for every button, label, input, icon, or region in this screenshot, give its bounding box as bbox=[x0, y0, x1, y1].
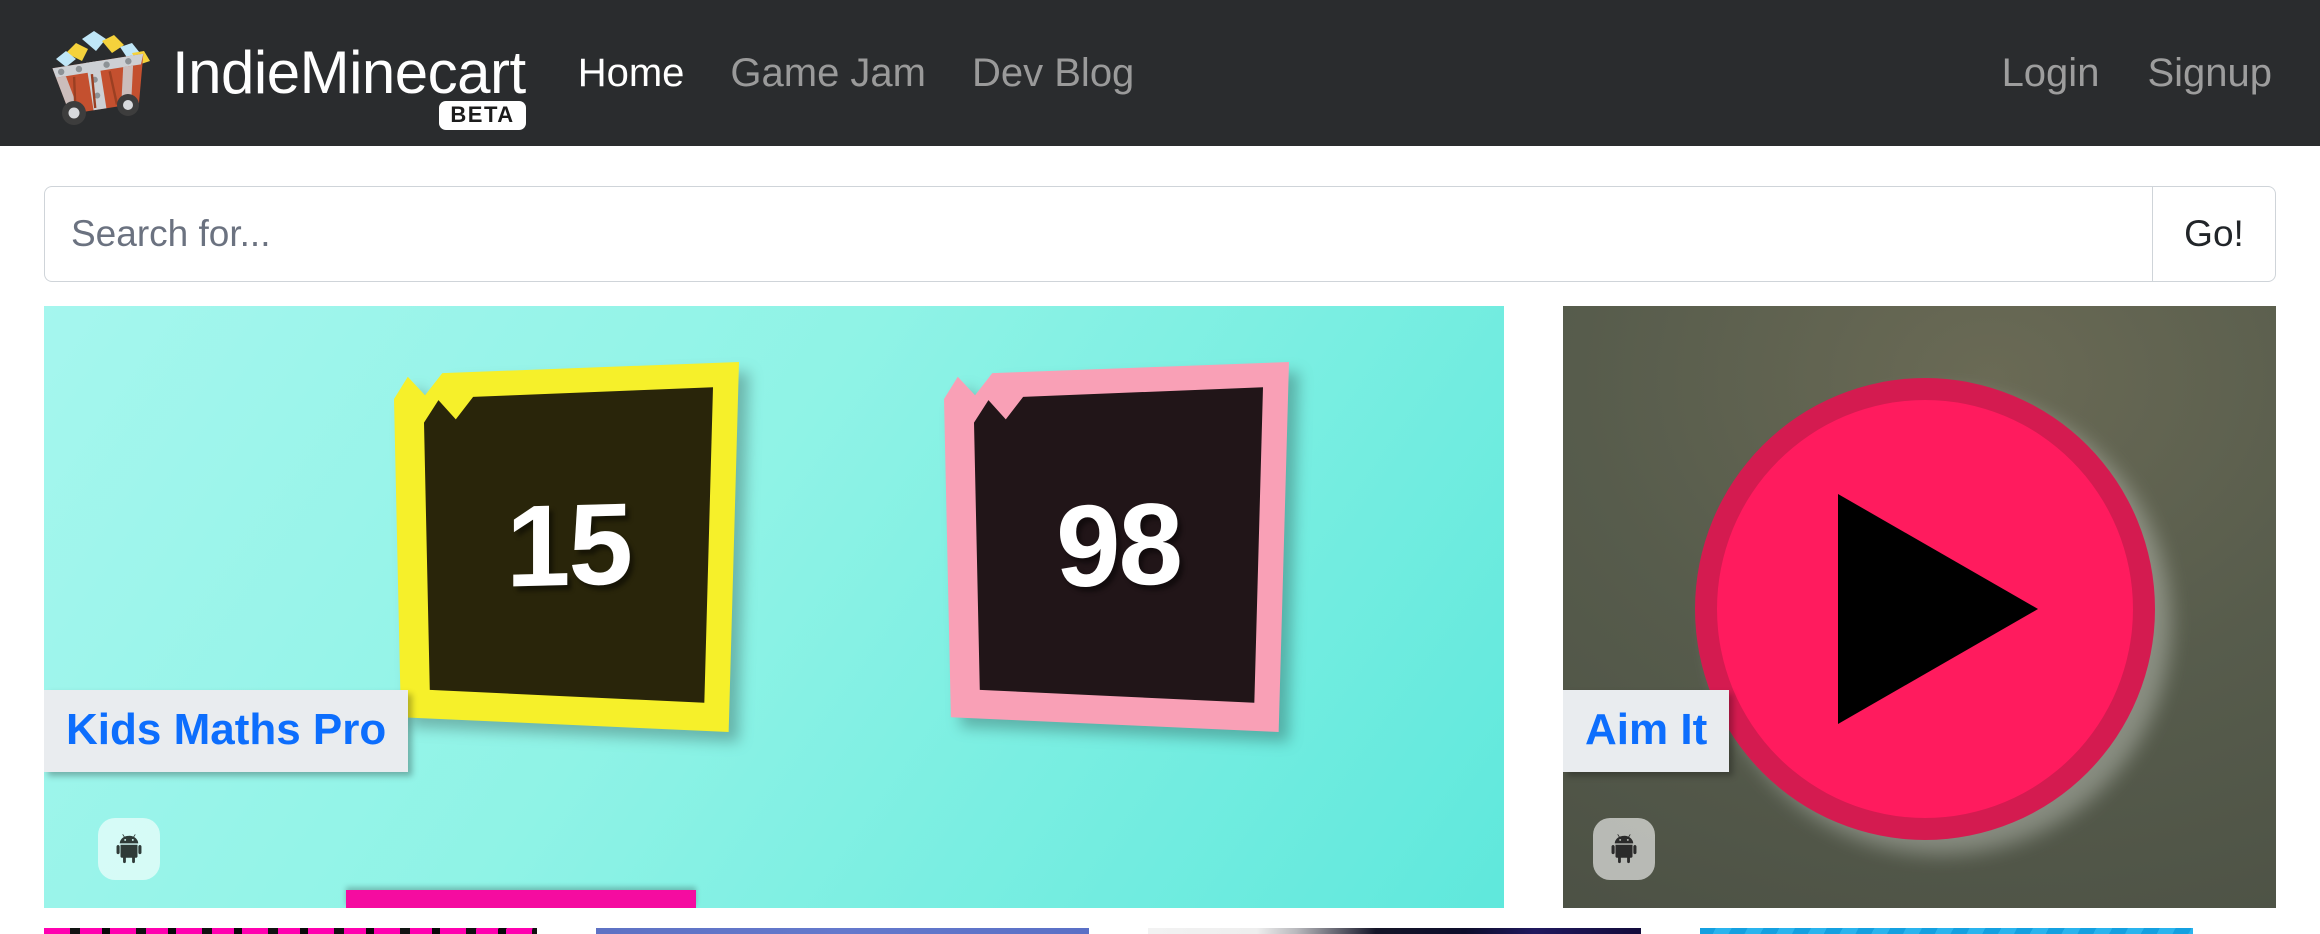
game-card-artwork bbox=[1700, 928, 2193, 934]
top-navbar: IndieMinecart BETA Home Game Jam Dev Blo… bbox=[0, 0, 2320, 146]
game-card-artwork: 15 98 bbox=[44, 306, 1504, 908]
game-title-chip[interactable]: Kids Maths Pro bbox=[44, 690, 409, 772]
game-card-aim-it[interactable]: Aim It bbox=[1563, 306, 2276, 908]
account-nav: Login Signup bbox=[2002, 53, 2272, 93]
game-title-chip[interactable]: Aim It bbox=[1563, 690, 1730, 772]
game-card-grid-next-row bbox=[44, 928, 2276, 934]
primary-nav: Home Game Jam Dev Blog bbox=[578, 53, 1135, 93]
nav-link-login[interactable]: Login bbox=[2002, 53, 2100, 93]
game-card-kids-maths-pro[interactable]: 15 98 Kids Maths Pro bbox=[44, 306, 1504, 908]
search-input[interactable] bbox=[44, 186, 2152, 282]
brand-name: IndieMinecart bbox=[172, 39, 526, 106]
game-card-grid: 15 98 Kids Maths Pro Aim It bbox=[44, 306, 2276, 908]
platform-badge-android[interactable] bbox=[98, 818, 160, 880]
brand-logo-link[interactable]: IndieMinecart BETA bbox=[36, 17, 526, 131]
search-bar: Go! bbox=[44, 186, 2276, 282]
accent-bar bbox=[346, 890, 696, 908]
play-triangle-icon bbox=[1838, 494, 2038, 724]
ticket-shape-15: 15 bbox=[394, 362, 739, 732]
play-button-graphic bbox=[1695, 378, 2155, 840]
nav-link-signup[interactable]: Signup bbox=[2147, 53, 2272, 93]
ticket-number: 98 bbox=[1055, 478, 1182, 612]
minecart-icon bbox=[52, 31, 150, 125]
game-card-preview[interactable] bbox=[44, 928, 537, 934]
android-icon bbox=[1611, 834, 1637, 864]
game-card-preview[interactable] bbox=[596, 928, 1089, 934]
game-card-preview[interactable] bbox=[1700, 928, 2193, 934]
beta-badge: BETA bbox=[439, 101, 526, 131]
platform-badge-android[interactable] bbox=[1593, 818, 1655, 880]
android-icon bbox=[116, 834, 142, 864]
nav-link-home[interactable]: Home bbox=[578, 53, 685, 93]
game-card-artwork bbox=[1563, 306, 2276, 908]
ticket-number: 15 bbox=[505, 478, 632, 612]
game-card-artwork bbox=[596, 928, 1089, 934]
nav-link-game-jam[interactable]: Game Jam bbox=[730, 53, 926, 93]
search-submit-button[interactable]: Go! bbox=[2152, 186, 2276, 282]
nav-link-dev-blog[interactable]: Dev Blog bbox=[972, 53, 1134, 93]
game-card-artwork bbox=[44, 928, 537, 934]
ticket-shape-98: 98 bbox=[944, 362, 1289, 732]
game-card-preview[interactable] bbox=[1148, 928, 1641, 934]
game-card-artwork bbox=[1148, 928, 1641, 934]
